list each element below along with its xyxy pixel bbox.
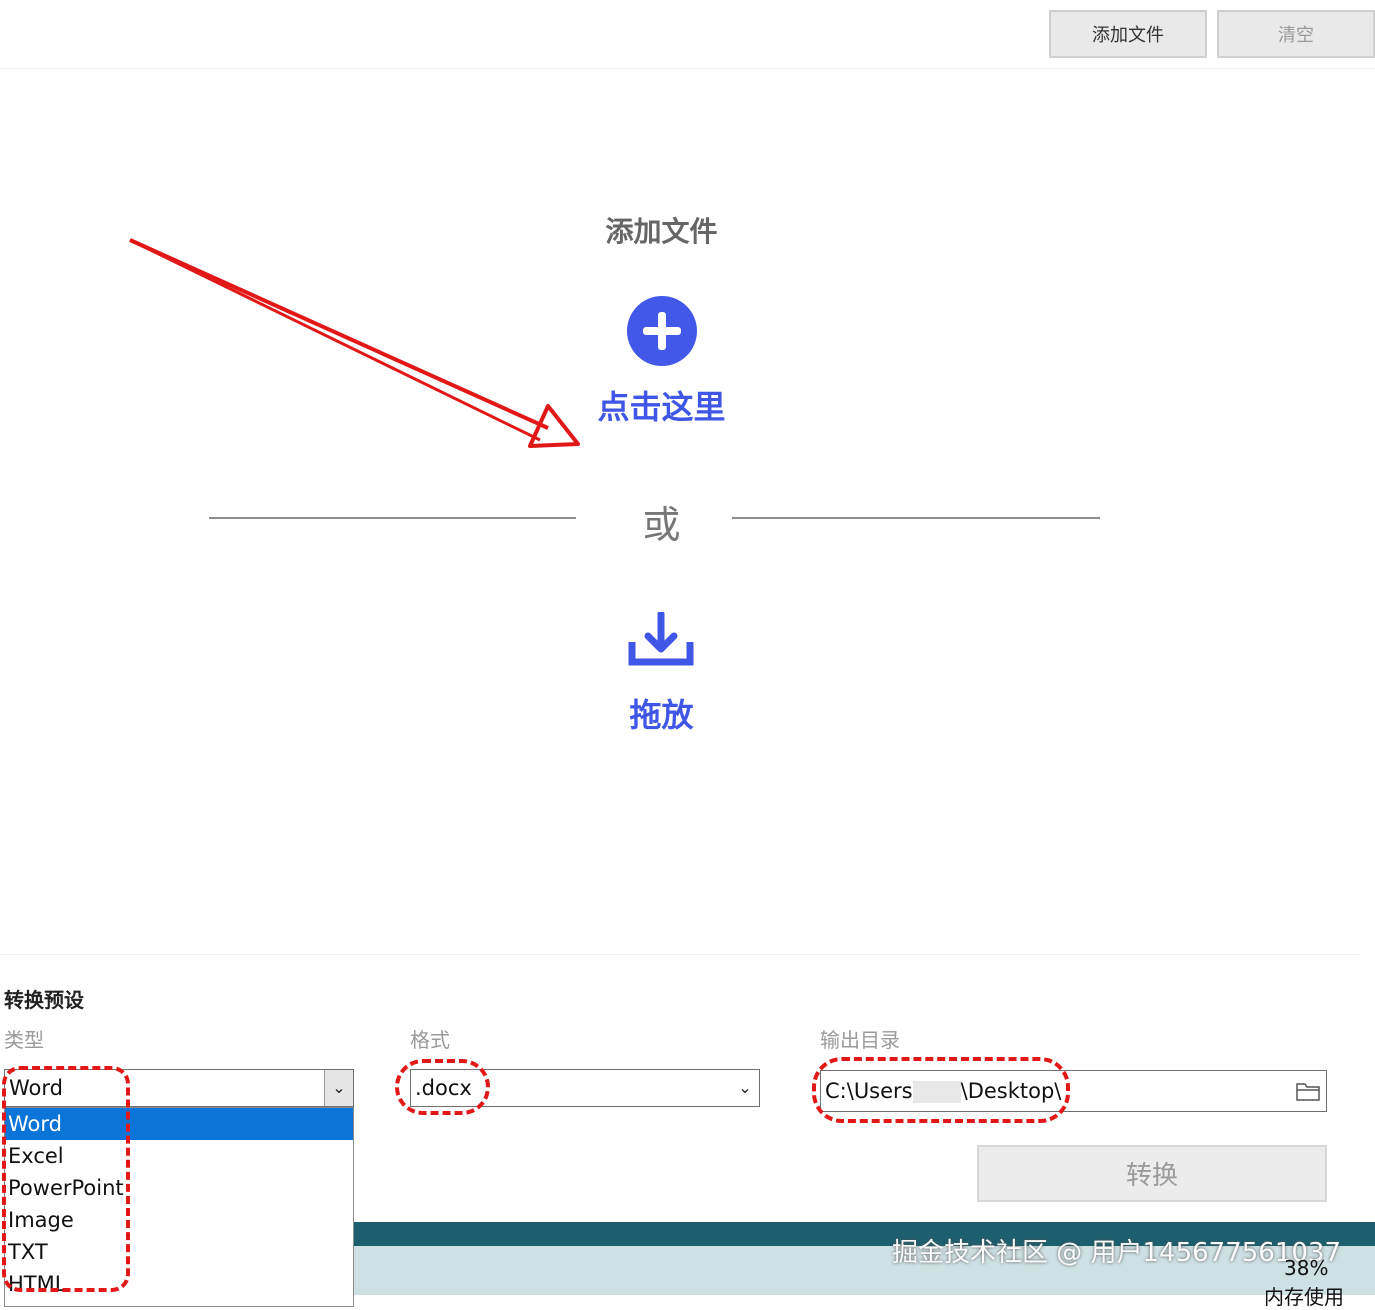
- watermark-text: 掘金技术社区 @ 用户145677561037: [891, 1238, 1341, 1268]
- annotation-type-highlight: [2, 1066, 130, 1292]
- drag-drop-label: 拖放: [629, 696, 694, 734]
- memory-percent: 38%: [1284, 1256, 1329, 1280]
- memory-label: 内存使用: [1264, 1285, 1344, 1309]
- preset-section-title: 转换预设: [4, 988, 84, 1012]
- type-label: 类型: [4, 1028, 44, 1052]
- chevron-down-icon[interactable]: ⌄: [324, 1070, 353, 1106]
- convert-button[interactable]: 转换: [977, 1145, 1327, 1202]
- output-dir-label: 输出目录: [820, 1028, 900, 1052]
- preset-divider: [0, 954, 1360, 955]
- folder-icon[interactable]: [1296, 1081, 1320, 1101]
- format-label: 格式: [410, 1028, 450, 1052]
- or-divider-right: [732, 517, 1100, 519]
- annotation-output-highlight: [812, 1057, 1070, 1123]
- download-icon: [628, 612, 694, 666]
- chevron-down-icon[interactable]: ⌄: [731, 1070, 759, 1106]
- or-text: 或: [642, 503, 681, 547]
- annotation-format-highlight: [395, 1059, 490, 1115]
